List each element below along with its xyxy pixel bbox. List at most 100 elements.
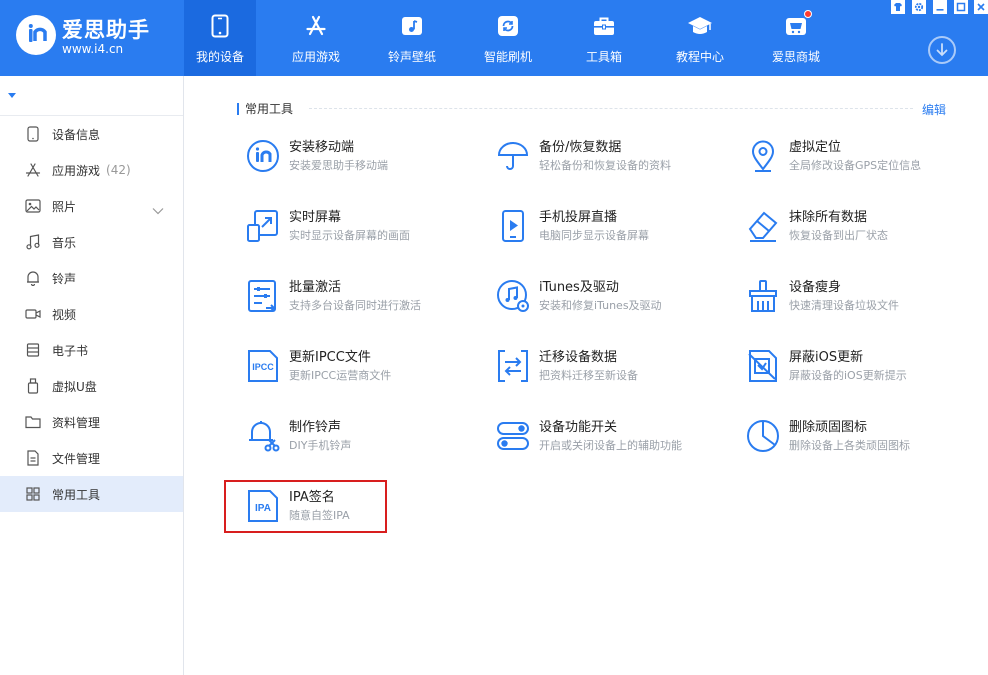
tool-name: 安装移动端 bbox=[289, 140, 355, 155]
tool-name: 设备功能开关 bbox=[539, 420, 618, 435]
sidebar-item-label: 资料管理 bbox=[52, 415, 101, 430]
sidebar-item-ebooks[interactable]: 电子书 bbox=[0, 332, 183, 368]
tool-erase-all[interactable]: 抹除所有数据 恢复设备到出厂状态 bbox=[745, 202, 985, 258]
download-icon bbox=[936, 43, 948, 57]
edit-link[interactable]: 编辑 bbox=[922, 101, 946, 118]
tool-update-ipcc[interactable]: IPCC 更新IPCC文件 更新IPCC运营商文件 bbox=[245, 342, 485, 398]
maximize-button[interactable] bbox=[954, 0, 968, 14]
nav-apps-games[interactable]: 应用游戏 bbox=[280, 0, 352, 76]
broom-icon bbox=[745, 278, 781, 314]
tool-virtual-location[interactable]: 虚拟定位 全局修改设备GPS定位信息 bbox=[745, 132, 985, 188]
tool-name: 抹除所有数据 bbox=[789, 210, 868, 225]
music-icon bbox=[399, 13, 425, 39]
nav-label: 铃声壁纸 bbox=[387, 50, 436, 64]
tool-batch-activate[interactable]: 批量激活 支持多台设备同时进行激活 bbox=[245, 272, 485, 328]
nav-label: 我的设备 bbox=[195, 50, 244, 64]
nav-label: 爱思商城 bbox=[771, 50, 820, 64]
sidebar-item-photos[interactable]: 照片 bbox=[0, 188, 183, 224]
device-selector[interactable] bbox=[0, 76, 183, 116]
bell-icon bbox=[25, 270, 41, 286]
nav-my-device[interactable]: 我的设备 bbox=[184, 0, 256, 76]
sidebar-item-apps[interactable]: 应用游戏 (42) bbox=[0, 152, 183, 188]
video-icon bbox=[25, 306, 41, 322]
book-icon bbox=[25, 342, 41, 358]
tool-realtime-screen[interactable]: 实时屏幕 实时显示设备屏幕的画面 bbox=[245, 202, 485, 258]
tool-name: 更新IPCC文件 bbox=[289, 350, 371, 365]
sidebar-item-label: 虚拟U盘 bbox=[52, 379, 97, 394]
tool-name: iTunes及驱动 bbox=[539, 280, 619, 295]
tool-screen-cast[interactable]: 手机投屏直播 电脑同步显示设备屏幕 bbox=[495, 202, 735, 258]
sidebar-item-label: 文件管理 bbox=[52, 451, 101, 466]
tool-name: 制作铃声 bbox=[289, 420, 342, 435]
tool-name: 手机投屏直播 bbox=[539, 210, 618, 225]
minimize-button[interactable] bbox=[933, 0, 947, 14]
sidebar-item-ringtones[interactable]: 铃声 bbox=[0, 260, 183, 296]
sidebar-item-common-tools[interactable]: 常用工具 bbox=[0, 476, 183, 512]
tool-desc: 电脑同步显示设备屏幕 bbox=[539, 229, 649, 242]
sidebar-item-virtual-udisk[interactable]: 虚拟U盘 bbox=[0, 368, 183, 404]
nav-toolbox[interactable]: 工具箱 bbox=[568, 0, 640, 76]
tool-remove-stubborn-icons[interactable]: 删除顽固图标 删除设备上各类顽固图标 bbox=[745, 412, 985, 468]
i4-logo-icon bbox=[245, 138, 281, 174]
ipcc-file-icon: IPCC bbox=[245, 348, 281, 384]
sidebar-item-label: 音乐 bbox=[52, 235, 77, 250]
tool-desc: 把资料迁移至新设备 bbox=[539, 369, 638, 382]
highlight-annotation bbox=[224, 480, 387, 533]
main-panel: 常用工具 编辑 安装移动端 安装爱思助手移动端 备份/恢复数据 轻松备份和恢复设… bbox=[185, 76, 988, 675]
screen-mirror-icon bbox=[245, 208, 281, 244]
tool-itunes-driver[interactable]: iTunes及驱动 安装和修复iTunes及驱动 bbox=[495, 272, 735, 328]
sliders-icon bbox=[245, 278, 281, 314]
tool-desc: 更新IPCC运营商文件 bbox=[289, 369, 392, 382]
sidebar-item-label: 视频 bbox=[52, 307, 77, 322]
caret-down-icon bbox=[8, 93, 16, 98]
brand-name: 爱思助手 bbox=[62, 18, 150, 42]
folder-icon bbox=[25, 414, 41, 430]
sidebar-item-device-info[interactable]: 设备信息 bbox=[0, 116, 183, 152]
block-update-icon bbox=[745, 348, 781, 384]
chevron-down-icon[interactable] bbox=[152, 200, 164, 219]
minimize-icon bbox=[936, 9, 944, 11]
nav-store[interactable]: 爱思商城 bbox=[760, 0, 832, 76]
skin-button[interactable] bbox=[891, 0, 905, 14]
tool-device-slim[interactable]: 设备瘦身 快速清理设备垃圾文件 bbox=[745, 272, 985, 328]
settings-button[interactable] bbox=[912, 0, 926, 14]
sidebar-item-file-manage[interactable]: 文件管理 bbox=[0, 440, 183, 476]
eraser-icon bbox=[745, 208, 781, 244]
tool-desc: 实时显示设备屏幕的画面 bbox=[289, 229, 410, 242]
sidebar-item-data-manage[interactable]: 资料管理 bbox=[0, 404, 183, 440]
sidebar-item-video[interactable]: 视频 bbox=[0, 296, 183, 332]
tool-desc: DIY手机铃声 bbox=[289, 439, 352, 452]
section-accent bbox=[237, 102, 239, 115]
store-icon bbox=[783, 10, 812, 39]
nav-tutorials[interactable]: 教程中心 bbox=[664, 0, 736, 76]
umbrella-icon bbox=[495, 138, 531, 174]
tool-desc: 安装和修复iTunes及驱动 bbox=[539, 299, 662, 312]
image-icon bbox=[25, 198, 41, 214]
tool-name: 迁移设备数据 bbox=[539, 350, 618, 365]
sidebar-item-label: 应用游戏 bbox=[52, 163, 101, 178]
tool-feature-toggles[interactable]: 设备功能开关 开启或关闭设备上的辅助功能 bbox=[495, 412, 735, 468]
section-divider bbox=[309, 108, 913, 109]
sidebar-item-label: 铃声 bbox=[52, 271, 77, 286]
nav-label: 智能刷机 bbox=[483, 50, 532, 64]
tool-block-ios-update[interactable]: 屏蔽iOS更新 屏蔽设备的iOS更新提示 bbox=[745, 342, 985, 398]
sidebar-item-music[interactable]: 音乐 bbox=[0, 224, 183, 260]
phone-icon bbox=[207, 13, 233, 39]
download-button[interactable] bbox=[928, 36, 956, 64]
play-phone-icon bbox=[495, 208, 531, 244]
phone-outline-icon bbox=[25, 126, 41, 142]
app-logo bbox=[16, 15, 56, 55]
nav-smart-flash[interactable]: 智能刷机 bbox=[472, 0, 544, 76]
sidebar: 设备信息 应用游戏 (42) 照片 音乐 铃声 视频 电子书 虚拟U盘 资料管理… bbox=[0, 76, 184, 675]
tool-migrate-data[interactable]: 迁移设备数据 把资料迁移至新设备 bbox=[495, 342, 735, 398]
tool-make-ringtone[interactable]: 制作铃声 DIY手机铃声 bbox=[245, 412, 485, 468]
tool-install-mobile[interactable]: 安装移动端 安装爱思助手移动端 bbox=[245, 132, 485, 188]
tool-desc: 快速清理设备垃圾文件 bbox=[789, 299, 899, 312]
nav-ringtones-wallpapers[interactable]: 铃声壁纸 bbox=[376, 0, 448, 76]
close-button[interactable] bbox=[974, 0, 988, 14]
svg-text:IPCC: IPCC bbox=[252, 362, 274, 372]
tool-backup-restore[interactable]: 备份/恢复数据 轻松备份和恢复设备的资料 bbox=[495, 132, 735, 188]
brand-url: www.i4.cn bbox=[62, 42, 124, 56]
usb-icon bbox=[25, 378, 41, 394]
tool-desc: 全局修改设备GPS定位信息 bbox=[789, 159, 922, 172]
